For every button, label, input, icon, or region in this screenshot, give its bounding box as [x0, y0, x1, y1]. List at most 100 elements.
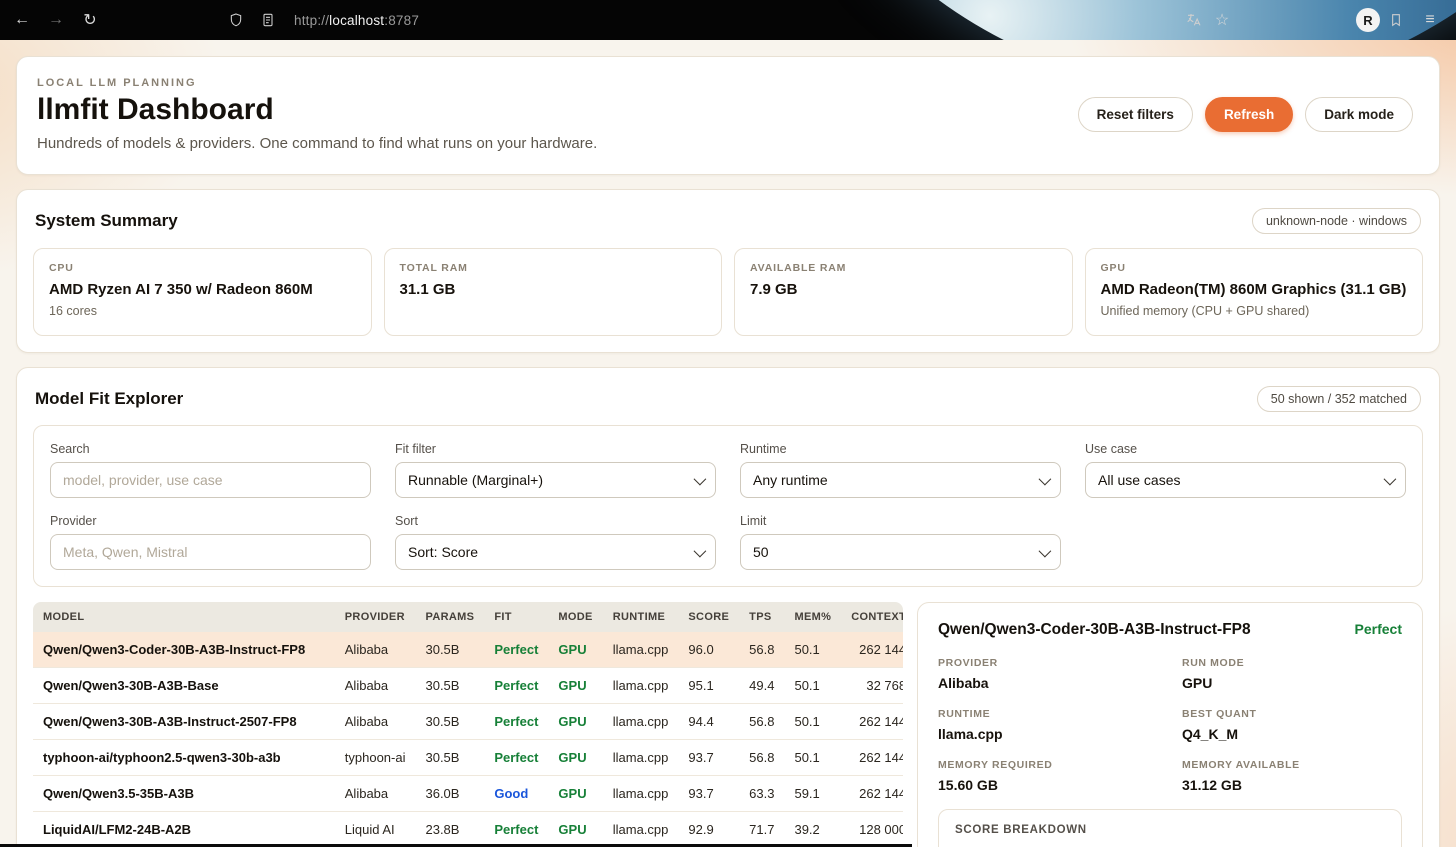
score-cell: 92.9 — [678, 811, 740, 847]
col-params[interactable]: PARAMS — [415, 602, 485, 632]
reset-filters-button[interactable]: Reset filters — [1077, 97, 1193, 132]
mem-cell: 50.1 — [784, 667, 842, 704]
col-mem[interactable]: MEM% — [784, 602, 842, 632]
results-table: MODEL PROVIDER PARAMS FIT MODE RUNTIME S… — [33, 602, 903, 847]
mode-cell: GPU — [548, 775, 603, 812]
mem-cell: 50.1 — [784, 703, 842, 740]
url-port: :8787 — [384, 12, 420, 28]
shield-icon[interactable] — [222, 6, 250, 34]
detail-memory-available-value: 31.12 GB — [1182, 777, 1242, 793]
account-avatar[interactable]: R — [1356, 8, 1380, 32]
col-context[interactable]: CONTEXT — [841, 602, 903, 632]
col-fit[interactable]: FIT — [484, 602, 549, 632]
sort-value: Sort: Score — [408, 544, 479, 560]
score-cell: 96.0 — [678, 632, 740, 668]
runtime-cell: llama.cpp — [602, 739, 679, 776]
detail-best-quant-value: Q4_K_M — [1182, 726, 1239, 742]
runtime-cell: llama.cpp — [602, 703, 679, 740]
table-row[interactable]: Qwen/Qwen3.5-35B-A3B Alibaba 36.0B Good … — [33, 775, 903, 812]
page-info-icon[interactable] — [254, 6, 282, 34]
use-case-select[interactable]: All use cases — [1085, 462, 1406, 498]
cpu-value: AMD Ryzen AI 7 350 w/ Radeon 860M — [49, 281, 313, 298]
model-name[interactable]: typhoon-ai/typhoon2.5-qwen3-30b-a3b — [33, 739, 335, 776]
use-case-label: Use case — [1085, 442, 1138, 456]
col-mode[interactable]: MODE — [548, 602, 603, 632]
eyebrow-label: LOCAL LLM PLANNING — [37, 77, 197, 89]
forward-button[interactable]: → — [42, 6, 70, 34]
chevron-down-icon — [1038, 472, 1052, 485]
model-name[interactable]: Qwen/Qwen3-Coder-30B-A3B-Instruct-FP8 — [33, 632, 335, 668]
provider-label: Provider — [50, 514, 97, 528]
params-cell: 30.5B — [415, 667, 485, 704]
table-row[interactable]: Qwen/Qwen3-Coder-30B-A3B-Instruct-FP8 Al… — [33, 632, 903, 668]
menu-icon[interactable]: ≡ — [1416, 6, 1444, 34]
model-name[interactable]: Qwen/Qwen3.5-35B-A3B — [33, 775, 335, 812]
bookmark-star-icon[interactable]: ☆ — [1208, 6, 1236, 34]
detail-best-quant: BEST QUANT Q4_K_M — [1182, 708, 1402, 742]
url-text[interactable]: http://localhost:8787 — [294, 13, 419, 28]
provider-cell: Alibaba — [334, 632, 416, 668]
search-input[interactable] — [50, 462, 371, 498]
use-case-filter-group: Use case All use cases — [1085, 442, 1406, 498]
fit-filter-select[interactable]: Runnable (Marginal+) — [395, 462, 716, 498]
col-provider[interactable]: PROVIDER — [334, 602, 416, 632]
col-model[interactable]: MODEL — [33, 602, 335, 632]
provider-input[interactable] — [50, 534, 371, 570]
detail-model-title: Qwen/Qwen3-Coder-30B-A3B-Instruct-FP8 — [938, 621, 1251, 638]
fit-cell: Perfect — [484, 667, 549, 704]
chevron-down-icon — [693, 472, 707, 485]
score-cell: 93.7 — [678, 775, 740, 812]
reload-button[interactable]: ↻ — [76, 6, 104, 34]
total-ram-label: TOTAL RAM — [399, 262, 468, 274]
col-score[interactable]: SCORE — [678, 602, 740, 632]
explorer-title: Model Fit Explorer — [35, 389, 184, 408]
params-cell: 23.8B — [415, 811, 485, 847]
runtime-label: Runtime — [740, 442, 787, 456]
model-name[interactable]: LiquidAI/LFM2-24B-A2B — [33, 811, 335, 847]
system-summary-section: System Summary unknown-node · windows CP… — [16, 189, 1440, 353]
fit-cell: Perfect — [484, 632, 549, 668]
sort-label: Sort — [395, 514, 418, 528]
detail-memory-available-label: MEMORY AVAILABLE — [1182, 759, 1300, 771]
translate-icon[interactable] — [1180, 6, 1208, 34]
mode-cell: GPU — [548, 811, 603, 847]
total-ram-card: TOTAL RAM 31.1 GB — [383, 248, 722, 336]
page-title: llmfit Dashboard — [37, 93, 274, 126]
table-row[interactable]: Qwen/Qwen3-30B-A3B-Base Alibaba 30.5B Pe… — [33, 667, 903, 704]
params-cell: 30.5B — [415, 739, 485, 776]
detail-provider-value: Alibaba — [938, 675, 989, 691]
mem-cell: 50.1 — [784, 739, 842, 776]
col-runtime[interactable]: RUNTIME — [602, 602, 679, 632]
runtime-select[interactable]: Any runtime — [740, 462, 1061, 498]
table-row[interactable]: Qwen/Qwen3-30B-A3B-Instruct-2507-FP8 Ali… — [33, 703, 903, 740]
col-tps[interactable]: TPS — [739, 602, 785, 632]
limit-select[interactable]: 50 — [740, 534, 1061, 570]
address-bar[interactable]: http://localhost:8787 — [222, 6, 419, 34]
table-row[interactable]: LiquidAI/LFM2-24B-A2B Liquid AI 23.8B Pe… — [33, 811, 903, 847]
fit-cell: Good — [484, 775, 549, 812]
detail-provider-label: PROVIDER — [938, 657, 998, 669]
refresh-button[interactable]: Refresh — [1204, 97, 1294, 132]
provider-cell: Liquid AI — [334, 811, 416, 847]
table-row[interactable]: typhoon-ai/typhoon2.5-qwen3-30b-a3b typh… — [33, 739, 903, 776]
mem-cell: 59.1 — [784, 775, 842, 812]
search-field-group: Search — [50, 442, 371, 498]
mem-cell: 50.1 — [784, 632, 842, 668]
tps-cell: 56.8 — [739, 632, 785, 668]
sort-select[interactable]: Sort: Score — [395, 534, 716, 570]
model-name[interactable]: Qwen/Qwen3-30B-A3B-Instruct-2507-FP8 — [33, 703, 335, 740]
url-host: localhost — [329, 12, 385, 28]
detail-memory-required-label: MEMORY REQUIRED — [938, 759, 1053, 771]
provider-cell: Alibaba — [334, 703, 416, 740]
score-cell: 93.7 — [678, 739, 740, 776]
back-button[interactable]: ← — [8, 6, 36, 34]
cpu-card: CPU AMD Ryzen AI 7 350 w/ Radeon 860M 16… — [33, 248, 372, 336]
dark-mode-button[interactable]: Dark mode — [1305, 97, 1413, 132]
model-name[interactable]: Qwen/Qwen3-30B-A3B-Base — [33, 667, 335, 704]
library-icon[interactable] — [1382, 6, 1410, 34]
available-ram-label: AVAILABLE RAM — [750, 262, 847, 274]
sort-filter-group: Sort Sort: Score — [395, 514, 716, 570]
score-breakdown-title: SCORE BREAKDOWN — [955, 824, 1087, 836]
params-cell: 30.5B — [415, 703, 485, 740]
results-count-badge: 50 shown / 352 matched — [1256, 386, 1421, 412]
